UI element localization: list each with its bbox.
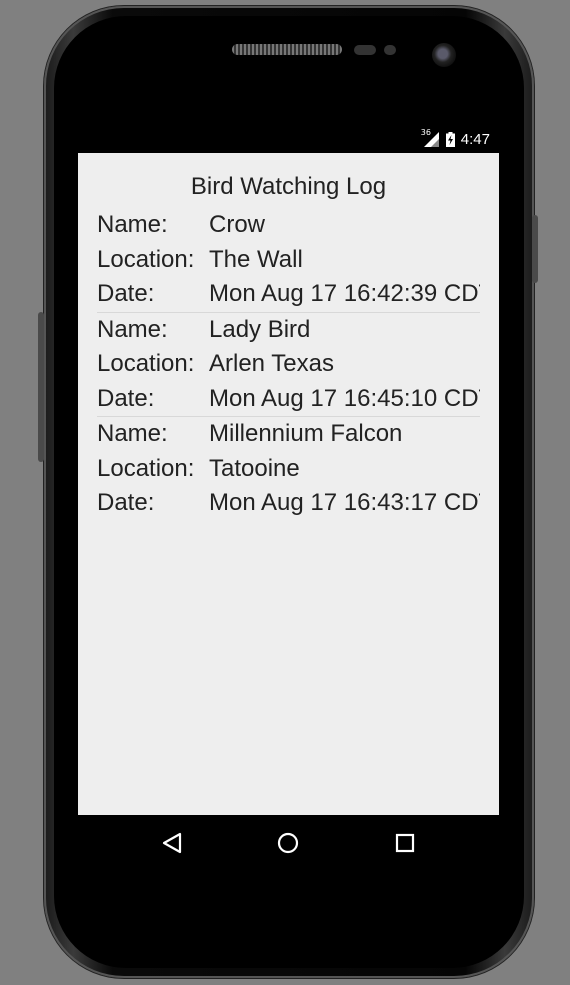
location-value: Tatooine <box>209 454 300 482</box>
location-label: Location: <box>97 245 195 273</box>
name-value: Crow <box>209 211 266 239</box>
location-label: Location: <box>97 350 195 378</box>
name-label: Name: <box>97 211 168 239</box>
date-label: Date: <box>97 489 155 517</box>
date-row: Date: Mon Aug 17 16:42:39 CDT 2015 <box>97 277 480 312</box>
home-icon[interactable] <box>268 823 308 863</box>
cell-signal-icon: 36 <box>420 129 440 148</box>
app-content: Bird Watching Log Name: Crow Location: T… <box>78 153 499 815</box>
navigation-bar <box>78 815 499 871</box>
light-sensor <box>384 45 396 55</box>
name-row: Name: Millennium Falcon <box>97 417 480 452</box>
earpiece-speaker <box>232 44 342 55</box>
location-row: Location: Tatooine <box>97 452 480 487</box>
name-row: Name: Crow <box>97 208 480 243</box>
power-button-right <box>532 215 538 283</box>
list-item[interactable]: Name: Lady Bird Location: Arlen Texas Da… <box>97 313 480 417</box>
date-value: Mon Aug 17 16:43:17 CDT 2015 <box>209 489 480 517</box>
date-label: Date: <box>97 280 155 308</box>
date-value: Mon Aug 17 16:45:10 CDT 2015 <box>209 384 480 412</box>
proximity-sensor <box>354 45 376 55</box>
back-icon[interactable] <box>152 823 192 863</box>
device-screen: 36 4:47 Bird Watching Log Name: Crow Loc… <box>78 125 499 871</box>
name-label: Name: <box>97 315 168 343</box>
name-label: Name: <box>97 420 168 448</box>
battery-icon <box>445 131 455 147</box>
list-item[interactable]: Name: Millennium Falcon Location: Tatooi… <box>97 417 480 521</box>
location-value: The Wall <box>209 245 303 273</box>
status-bar: 36 4:47 <box>78 125 499 153</box>
date-row: Date: Mon Aug 17 16:43:17 CDT 2015 <box>97 486 480 521</box>
page-title: Bird Watching Log <box>190 173 387 200</box>
recents-icon[interactable] <box>385 823 425 863</box>
status-icons: 36 4:47 <box>420 129 490 149</box>
front-camera <box>432 43 456 67</box>
location-row: Location: The Wall <box>97 243 480 278</box>
bird-log-list[interactable]: Name: Crow Location: The Wall Date: Mon … <box>97 208 480 521</box>
name-value: Millennium Falcon <box>209 420 403 448</box>
location-row: Location: Arlen Texas <box>97 347 480 382</box>
location-label: Location: <box>97 454 195 482</box>
list-item[interactable]: Name: Crow Location: The Wall Date: Mon … <box>97 208 480 313</box>
status-time: 4:47 <box>460 130 490 148</box>
volume-button-left <box>38 312 44 462</box>
name-value: Lady Bird <box>209 315 311 343</box>
name-row: Name: Lady Bird <box>97 313 480 348</box>
date-value: Mon Aug 17 16:42:39 CDT 2015 <box>209 280 480 308</box>
location-value: Arlen Texas <box>209 350 334 378</box>
date-row: Date: Mon Aug 17 16:45:10 CDT 2015 <box>97 382 480 417</box>
date-label: Date: <box>97 384 155 412</box>
